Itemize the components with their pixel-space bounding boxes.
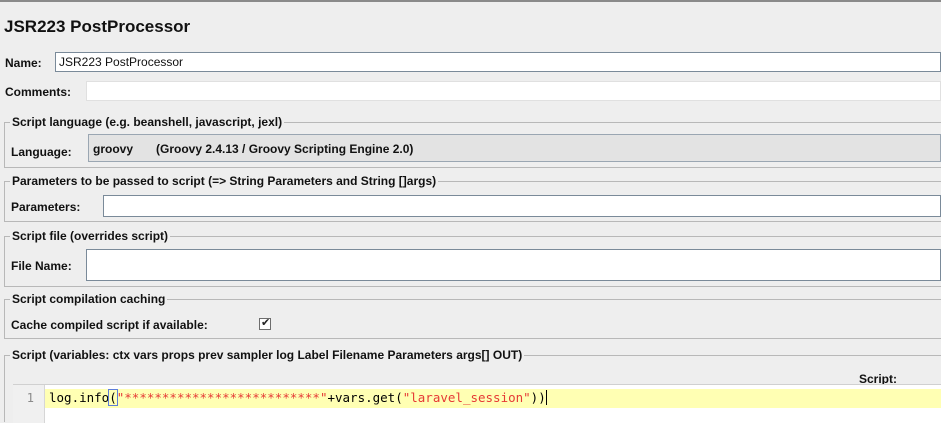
language-engine: (Groovy 2.4.13 / Groovy Scripting Engine…	[156, 142, 414, 156]
parameters-field[interactable]	[103, 195, 941, 217]
language-value: groovy	[93, 142, 134, 156]
code-open-paren: (	[108, 389, 118, 406]
comments-field[interactable]	[86, 81, 941, 101]
code-text: log.info("**************************"+va…	[49, 389, 547, 406]
script-file-legend: Script file (overrides script)	[10, 229, 171, 243]
code-close: ))	[530, 390, 546, 405]
code-call: log.info	[49, 390, 110, 405]
comments-label: Comments:	[5, 85, 72, 99]
name-field[interactable]: JSR223 PostProcessor	[55, 52, 941, 72]
cache-checkbox[interactable]	[259, 316, 271, 330]
script-language-legend: Script language (e.g. beanshell, javascr…	[10, 115, 285, 129]
caching-legend: Script compilation caching	[10, 292, 168, 306]
parameters-label: Parameters:	[11, 200, 81, 214]
file-name-field[interactable]	[86, 249, 941, 281]
top-border	[0, 0, 941, 2]
cache-label: Cache compiled script if available:	[11, 318, 208, 332]
name-label: Name:	[5, 56, 42, 70]
text-caret	[545, 390, 547, 405]
script-editor[interactable]: 1 log.info("**************************"+…	[13, 384, 941, 423]
line-number-gutter: 1	[13, 385, 45, 423]
code-vars-get: +vars.get(	[327, 390, 403, 405]
code-string: "**************************"	[116, 390, 328, 405]
current-line[interactable]: log.info("**************************"+va…	[45, 389, 941, 408]
line-number: 1	[26, 391, 34, 405]
page-title: JSR223 PostProcessor	[4, 17, 191, 36]
language-select[interactable]: groovy (Groovy 2.4.13 / Groovy Scripting…	[88, 134, 941, 162]
language-label: Language:	[11, 145, 72, 159]
code-arg: "laravel_session"	[402, 390, 531, 405]
script-legend: Script (variables: ctx vars props prev s…	[10, 348, 525, 362]
file-name-label: File Name:	[11, 259, 72, 273]
parameters-legend: Parameters to be passed to script (=> St…	[10, 174, 439, 188]
